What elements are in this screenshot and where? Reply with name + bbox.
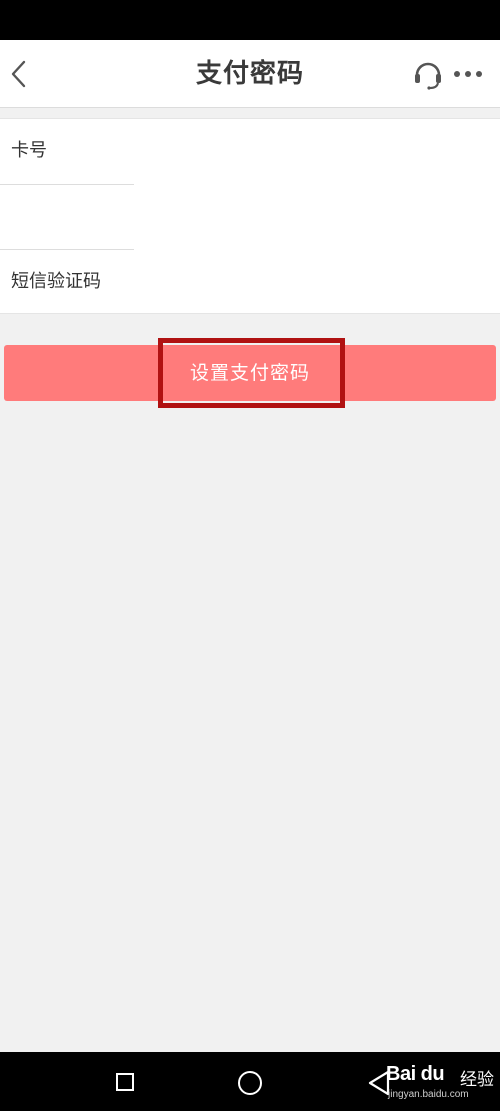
watermark-url: jingyan.baidu.com [388,1089,469,1100]
circle-icon[interactable] [238,1071,262,1095]
status-bar [0,0,500,40]
card-number-label: 卡号 [11,140,47,161]
headset-icon [415,62,441,90]
card-number-row[interactable]: 卡号 [0,119,500,183]
form-card: 卡号 短信验证码 [0,118,500,314]
square-icon[interactable] [116,1073,134,1091]
more-button[interactable] [452,58,484,90]
sms-code-label: 短信验证码 [11,271,101,292]
watermark: Bai du 经验 jingyan.baidu.com [380,1057,498,1107]
highlight-box [158,338,345,408]
customer-service-button[interactable] [413,58,443,90]
empty-field-row[interactable] [0,185,500,249]
sms-code-row[interactable]: 短信验证码 [0,250,500,314]
watermark-brand: Bai du [386,1063,445,1085]
more-horizontal-icon [454,71,482,77]
watermark-product: 经验 [460,1070,494,1090]
navigation-bar: 支付密码 [0,40,500,108]
